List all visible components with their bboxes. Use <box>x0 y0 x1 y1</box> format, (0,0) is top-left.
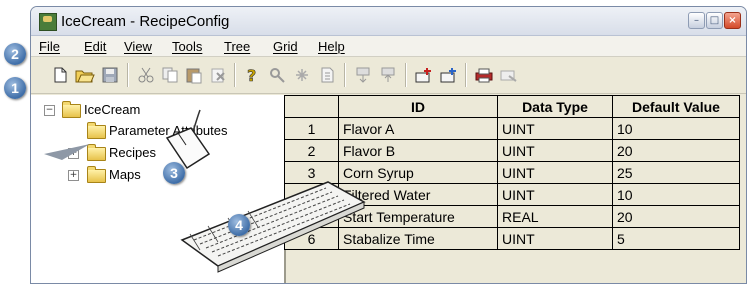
add-child-icon[interactable] <box>414 66 434 84</box>
menu-view[interactable]: View <box>124 39 152 54</box>
cell-default-value[interactable]: 5 <box>612 227 740 250</box>
toolbar-separator <box>234 63 236 87</box>
table-row[interactable]: 1 Flavor A UINT 10 <box>284 117 740 140</box>
toolbar-separator <box>465 63 467 87</box>
cell-id[interactable]: Flavor B <box>338 139 498 162</box>
callout-badge: 1 <box>4 77 26 99</box>
mouse-pointer-icon <box>44 144 90 160</box>
cell-id[interactable]: Flavor A <box>338 117 498 140</box>
svg-text:?: ? <box>247 66 256 84</box>
menu-grid[interactable]: Grid <box>273 39 298 54</box>
callout-badge: 2 <box>4 43 26 65</box>
upload-icon[interactable] <box>378 66 398 84</box>
cell-data-type[interactable]: UINT <box>497 139 613 162</box>
minimize-button[interactable]: – <box>688 12 705 29</box>
menu-tools[interactable]: Tools <box>172 39 202 54</box>
download-icon[interactable] <box>353 66 373 84</box>
cell-default-value[interactable]: 10 <box>612 117 740 140</box>
new-icon[interactable] <box>50 66 70 84</box>
folder-icon <box>87 166 106 183</box>
app-window: IceCream - RecipeConfig – □ × File Edit … <box>30 6 747 284</box>
menu-tree[interactable]: Tree <box>224 39 250 54</box>
add-sibling-icon[interactable] <box>439 66 459 84</box>
cell-data-type[interactable]: UINT <box>497 117 613 140</box>
delete-icon[interactable] <box>208 66 228 84</box>
title-bar[interactable]: IceCream - RecipeConfig – □ × <box>31 7 746 36</box>
cell-data-type[interactable]: UINT <box>497 183 613 206</box>
maximize-button[interactable]: □ <box>706 12 723 29</box>
mouse-icon <box>165 109 211 170</box>
cell-default-value[interactable]: 25 <box>612 161 740 184</box>
cell-default-value[interactable]: 20 <box>612 205 740 228</box>
callout-badge: 4 <box>228 214 250 236</box>
menu-file[interactable]: File <box>39 39 60 54</box>
cell-default-value[interactable]: 10 <box>612 183 740 206</box>
cut-icon[interactable] <box>136 66 156 84</box>
open-icon[interactable] <box>75 66 95 84</box>
print-preview-icon[interactable] <box>499 66 519 84</box>
toolbar-separator <box>344 63 346 87</box>
save-icon[interactable] <box>100 66 120 84</box>
copy-icon[interactable] <box>160 66 180 84</box>
tree-node-maps[interactable]: Maps <box>109 167 141 182</box>
toolbar-separator <box>405 63 407 87</box>
row-number[interactable]: 2 <box>284 139 339 162</box>
menu-bar: File Edit View Tools Tree Grid Help <box>31 36 746 57</box>
column-header-default-value[interactable]: Default Value <box>612 95 740 118</box>
cell-data-type[interactable]: UINT <box>497 161 613 184</box>
menu-edit[interactable]: Edit <box>84 39 106 54</box>
expand-expander[interactable]: + <box>68 170 79 181</box>
folder-icon <box>87 122 106 139</box>
close-button[interactable]: × <box>724 12 741 29</box>
folder-open-icon <box>62 101 81 118</box>
grid-header-row: ID Data Type Default Value <box>284 95 740 118</box>
paste-icon[interactable] <box>184 66 204 84</box>
find-icon[interactable] <box>267 66 287 84</box>
column-header-data-type[interactable]: Data Type <box>497 95 613 118</box>
window-title: IceCream - RecipeConfig <box>61 13 230 30</box>
menu-help[interactable]: Help <box>318 39 345 54</box>
cell-default-value[interactable]: 20 <box>612 139 740 162</box>
collapse-expander[interactable]: − <box>44 105 55 116</box>
keyboard-icon <box>180 181 366 273</box>
callout-badge: 3 <box>163 162 185 184</box>
table-row[interactable]: 2 Flavor B UINT 20 <box>284 139 740 162</box>
row-number[interactable]: 1 <box>284 117 339 140</box>
replace-icon[interactable] <box>292 66 312 84</box>
toolbar: ? <box>31 57 746 94</box>
app-icon <box>39 13 57 31</box>
column-header-id[interactable]: ID <box>338 95 498 118</box>
tree-node-icecream[interactable]: IceCream <box>84 102 140 117</box>
cell-data-type[interactable]: REAL <box>497 205 613 228</box>
print-icon[interactable] <box>474 66 494 84</box>
help-icon[interactable]: ? <box>242 66 262 84</box>
column-header-rownum[interactable] <box>284 95 339 118</box>
cell-data-type[interactable]: UINT <box>497 227 613 250</box>
toolbar-separator <box>127 63 129 87</box>
properties-icon[interactable] <box>317 66 337 84</box>
